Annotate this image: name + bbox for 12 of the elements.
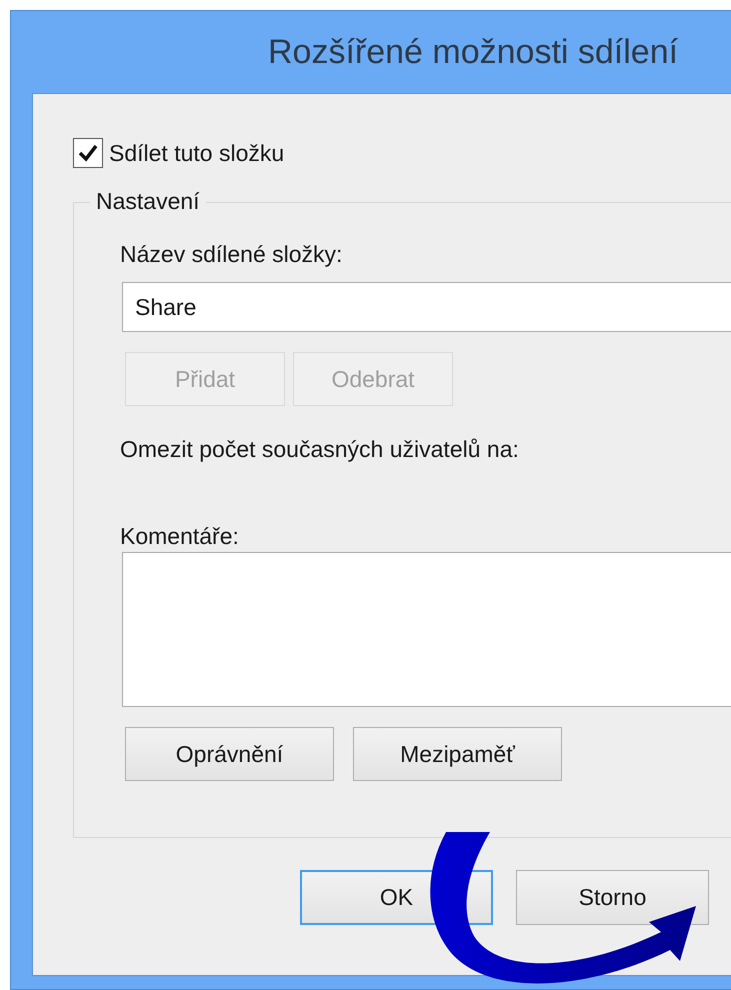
- checkbox-label[interactable]: Sdílet tuto složku: [109, 140, 284, 166]
- field-label: Název sdílené složky:: [120, 241, 342, 267]
- checkmark-icon: [78, 144, 98, 162]
- button[interactable]: Mezipaměť: [353, 727, 562, 781]
- button[interactable]: Oprávnění: [125, 727, 334, 781]
- field-label: Komentáře:: [120, 523, 239, 549]
- window-title: Rozšířené možnosti sdílení: [268, 32, 678, 72]
- user-limit-label: Omezit počet současných uživatelů na:: [120, 436, 519, 462]
- button[interactable]: Storno: [516, 870, 709, 925]
- checkbox[interactable]: [73, 138, 103, 168]
- comments-field[interactable]: [122, 552, 731, 707]
- share-name-field[interactable]: Share: [122, 282, 731, 332]
